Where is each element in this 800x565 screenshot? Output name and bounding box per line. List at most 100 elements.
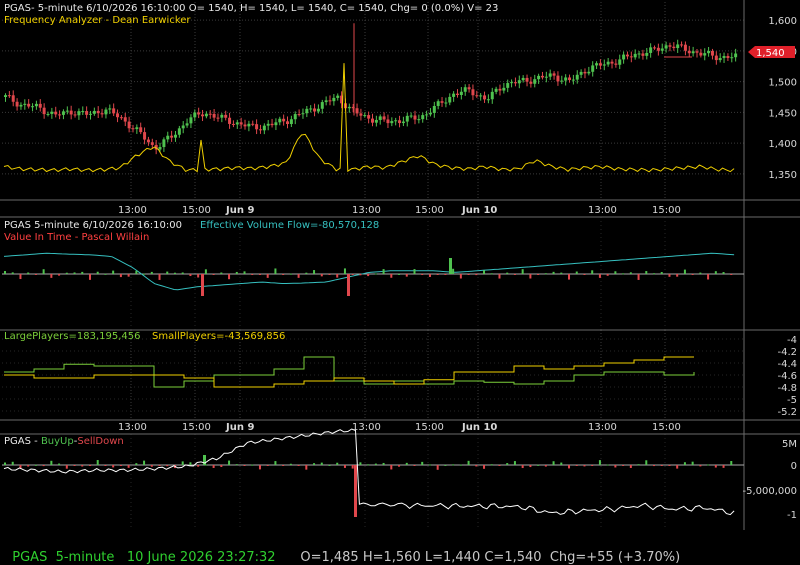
price-candle-body bbox=[556, 75, 560, 82]
price-candle-body bbox=[50, 111, 54, 114]
buyup-bar bbox=[88, 465, 91, 466]
price-candle-body bbox=[564, 77, 568, 81]
buyup-bar bbox=[382, 462, 385, 465]
price-candle-body bbox=[537, 75, 541, 80]
price-candle-body bbox=[444, 102, 448, 104]
price-candle-body bbox=[494, 88, 498, 92]
price-candle-body bbox=[181, 125, 185, 129]
price-candle-body bbox=[432, 105, 436, 113]
price-candle-body bbox=[204, 113, 208, 117]
price-candle-body bbox=[150, 142, 154, 145]
price-candle-body bbox=[4, 95, 7, 97]
value-in-time-bar bbox=[251, 274, 254, 275]
price-candle-body bbox=[189, 117, 193, 124]
buyup-bar bbox=[305, 465, 308, 470]
price-candle-body bbox=[548, 73, 552, 77]
price-candle-body bbox=[193, 112, 197, 118]
value-in-time-bar bbox=[181, 272, 184, 274]
price-candle-body bbox=[162, 139, 166, 148]
buyup-bar bbox=[583, 465, 586, 467]
value-in-time-spike bbox=[347, 274, 350, 296]
value-in-time-bar bbox=[552, 271, 555, 274]
value-in-time-bar bbox=[274, 268, 277, 274]
value-in-time-bar bbox=[583, 274, 586, 275]
time-label: Jun 10 bbox=[461, 422, 497, 433]
price-candle-body bbox=[533, 79, 537, 84]
status-low: L=1,440 bbox=[424, 550, 481, 565]
value-in-time-bar bbox=[405, 274, 408, 277]
buyup-bar bbox=[444, 464, 447, 466]
last-price-tag: 1,540 bbox=[748, 46, 795, 59]
selldown-label: SellDown bbox=[77, 436, 123, 447]
price-tick-label: 1,500 bbox=[768, 78, 797, 89]
price-candle-body bbox=[483, 95, 487, 100]
price-candle-body bbox=[247, 123, 251, 127]
buyup-bar bbox=[568, 465, 571, 469]
value-in-time-bar bbox=[714, 271, 717, 274]
price-tick-label: 1,450 bbox=[768, 108, 797, 119]
value-in-time-bar bbox=[668, 274, 671, 277]
price-candle-body bbox=[405, 115, 409, 122]
trading-chart[interactable]: 1,6001,5501,5001,4501,4001,350-4-4.2-4.4… bbox=[0, 0, 800, 562]
value-in-time-bar bbox=[351, 274, 354, 275]
buyup-bar bbox=[428, 464, 431, 466]
price-candle-body bbox=[575, 74, 579, 80]
price-candle-body bbox=[664, 45, 668, 49]
value-in-time-bar bbox=[467, 274, 470, 275]
value-in-time-bar bbox=[598, 274, 601, 278]
price-candle-body bbox=[54, 111, 58, 115]
price-candle-body bbox=[320, 102, 324, 109]
price-candle-body bbox=[683, 44, 687, 51]
price-candle-body bbox=[583, 71, 587, 74]
price-candle-body bbox=[653, 47, 657, 49]
price-candle-body bbox=[386, 119, 390, 124]
price-candle-body bbox=[660, 48, 664, 51]
buyup-tick-label: -5,000,000 bbox=[742, 486, 797, 497]
value-in-time-bar bbox=[173, 272, 176, 274]
price-candle-body bbox=[316, 108, 320, 112]
value-in-time-bar bbox=[730, 274, 733, 275]
price-candle-body bbox=[498, 88, 502, 91]
price-candle-body bbox=[42, 107, 46, 115]
buyup-bar bbox=[343, 465, 346, 468]
status-high: H=1,560 bbox=[362, 550, 421, 565]
value-in-time-bar bbox=[390, 274, 393, 278]
buyup-bar bbox=[197, 465, 200, 467]
price-candle-body bbox=[278, 118, 282, 123]
price-candle-body bbox=[637, 53, 641, 55]
buyup-bar bbox=[537, 464, 540, 466]
buyup-bar bbox=[483, 465, 486, 469]
buyup-bar bbox=[645, 460, 648, 465]
price-candle-body bbox=[409, 115, 413, 117]
time-label: 13:00 bbox=[588, 422, 617, 433]
time-label: Jun 10 bbox=[461, 205, 497, 216]
price-candle-body bbox=[185, 123, 189, 126]
price-candle-body bbox=[571, 79, 575, 81]
price-candle-body bbox=[23, 103, 27, 105]
time-label: 15:00 bbox=[415, 205, 444, 216]
value-in-time-bar bbox=[722, 272, 725, 274]
price-candle-body bbox=[92, 110, 96, 114]
price-candle-body bbox=[177, 128, 181, 135]
time-label: Jun 9 bbox=[225, 422, 254, 433]
value-in-time-bar bbox=[436, 274, 439, 275]
price-candle-body bbox=[595, 63, 599, 66]
buyup-header: PGAS - BuyUp-SellDown bbox=[4, 436, 124, 447]
buyup-bar bbox=[143, 460, 146, 465]
price-candle-body bbox=[146, 139, 150, 143]
value-in-time-bar bbox=[683, 269, 686, 274]
buyup-bar bbox=[313, 463, 316, 465]
buyup-bar bbox=[699, 465, 702, 467]
value-in-time-bar bbox=[289, 273, 292, 275]
status-close: C=1,540 bbox=[484, 550, 542, 565]
buyup-bar bbox=[676, 465, 679, 469]
value-in-time-bar bbox=[529, 274, 532, 279]
players-tick-label: -4.8 bbox=[777, 383, 797, 394]
value-in-time-bar bbox=[42, 269, 45, 274]
time-label: 15:00 bbox=[182, 422, 211, 433]
buyup-bar bbox=[112, 465, 115, 468]
value-in-time-bar bbox=[537, 274, 540, 275]
price-candle-body bbox=[170, 135, 174, 138]
players-tick-label: -5.2 bbox=[777, 407, 797, 418]
buyup-tick-label: 0 bbox=[791, 461, 797, 472]
